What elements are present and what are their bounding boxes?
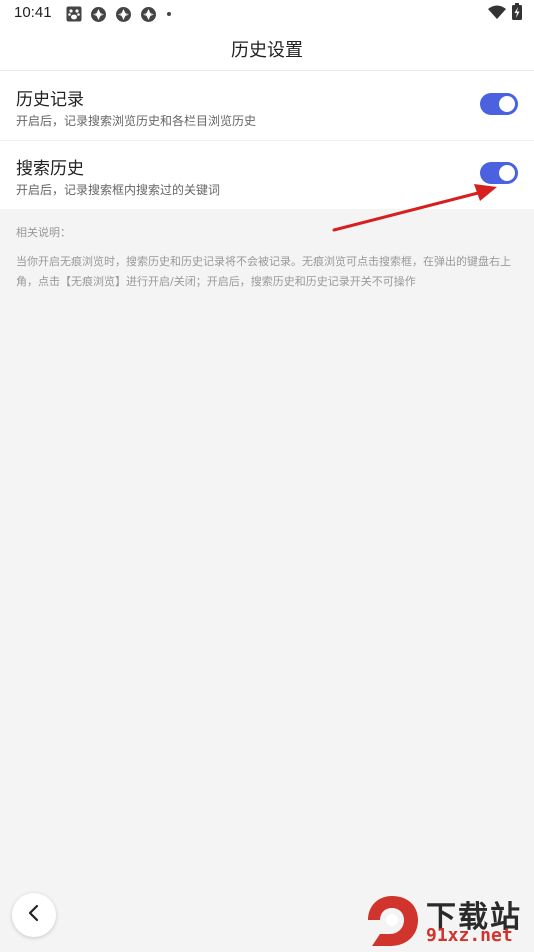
wifi-icon: [488, 4, 506, 23]
header: 历史设置: [0, 28, 534, 71]
toggle-knob: [499, 165, 515, 181]
history-record-toggle[interactable]: [480, 93, 518, 115]
app-icon: [90, 6, 107, 23]
setting-description: 开启后，记录搜索框内搜索过的关键词: [16, 183, 221, 197]
settings-list: 历史记录 开启后，记录搜索浏览历史和各栏目浏览历史 搜索历史 开启后，记录搜索框…: [0, 71, 534, 209]
system-status-icons: [488, 2, 522, 24]
watermark: 下载站 91xz.net: [362, 892, 530, 948]
setting-history-record: 历史记录 开启后，记录搜索浏览历史和各栏目浏览历史: [0, 71, 534, 141]
notes-body: 当你开启无痕浏览时，搜索历史和历史记录将不会被记录。无痕浏览可点击搜索框，在弹出…: [16, 252, 520, 292]
status-time: 10:41: [14, 4, 52, 21]
notes-line: 当你开启无痕浏览时，搜索历史和历史记录将不会被记录。无痕浏览可点击搜索框，在弹出…: [16, 255, 511, 268]
status-bar: 10:41: [0, 0, 534, 28]
page-title: 历史设置: [231, 40, 303, 61]
battery-charging-icon: [512, 2, 522, 24]
setting-title: 搜索历史: [16, 159, 84, 179]
back-button[interactable]: [12, 893, 56, 937]
dot-icon: [165, 10, 173, 18]
notes-heading: 相关说明：: [16, 226, 71, 239]
watermark-logo-icon: [368, 896, 418, 946]
app-icon: [115, 6, 132, 23]
toggle-knob: [499, 96, 515, 112]
setting-description: 开启后，记录搜索浏览历史和各栏目浏览历史: [16, 114, 257, 128]
notes-line: 角，点击【无痕浏览】进行开启/关闭；开启后，搜索历史和历史记录开关不可操作: [16, 275, 416, 288]
related-notes: 相关说明： 当你开启无痕浏览时，搜索历史和历史记录将不会被记录。无痕浏览可点击搜…: [16, 224, 520, 292]
chevron-left-icon: [27, 904, 41, 926]
app-icon: [140, 6, 157, 23]
setting-title: 历史记录: [16, 90, 84, 110]
baidu-paw-icon: [66, 6, 82, 22]
notification-icons: [66, 5, 173, 23]
watermark-site: 91xz.net: [426, 925, 513, 946]
setting-search-history: 搜索历史 开启后，记录搜索框内搜索过的关键词: [0, 140, 534, 209]
search-history-toggle[interactable]: [480, 162, 518, 184]
